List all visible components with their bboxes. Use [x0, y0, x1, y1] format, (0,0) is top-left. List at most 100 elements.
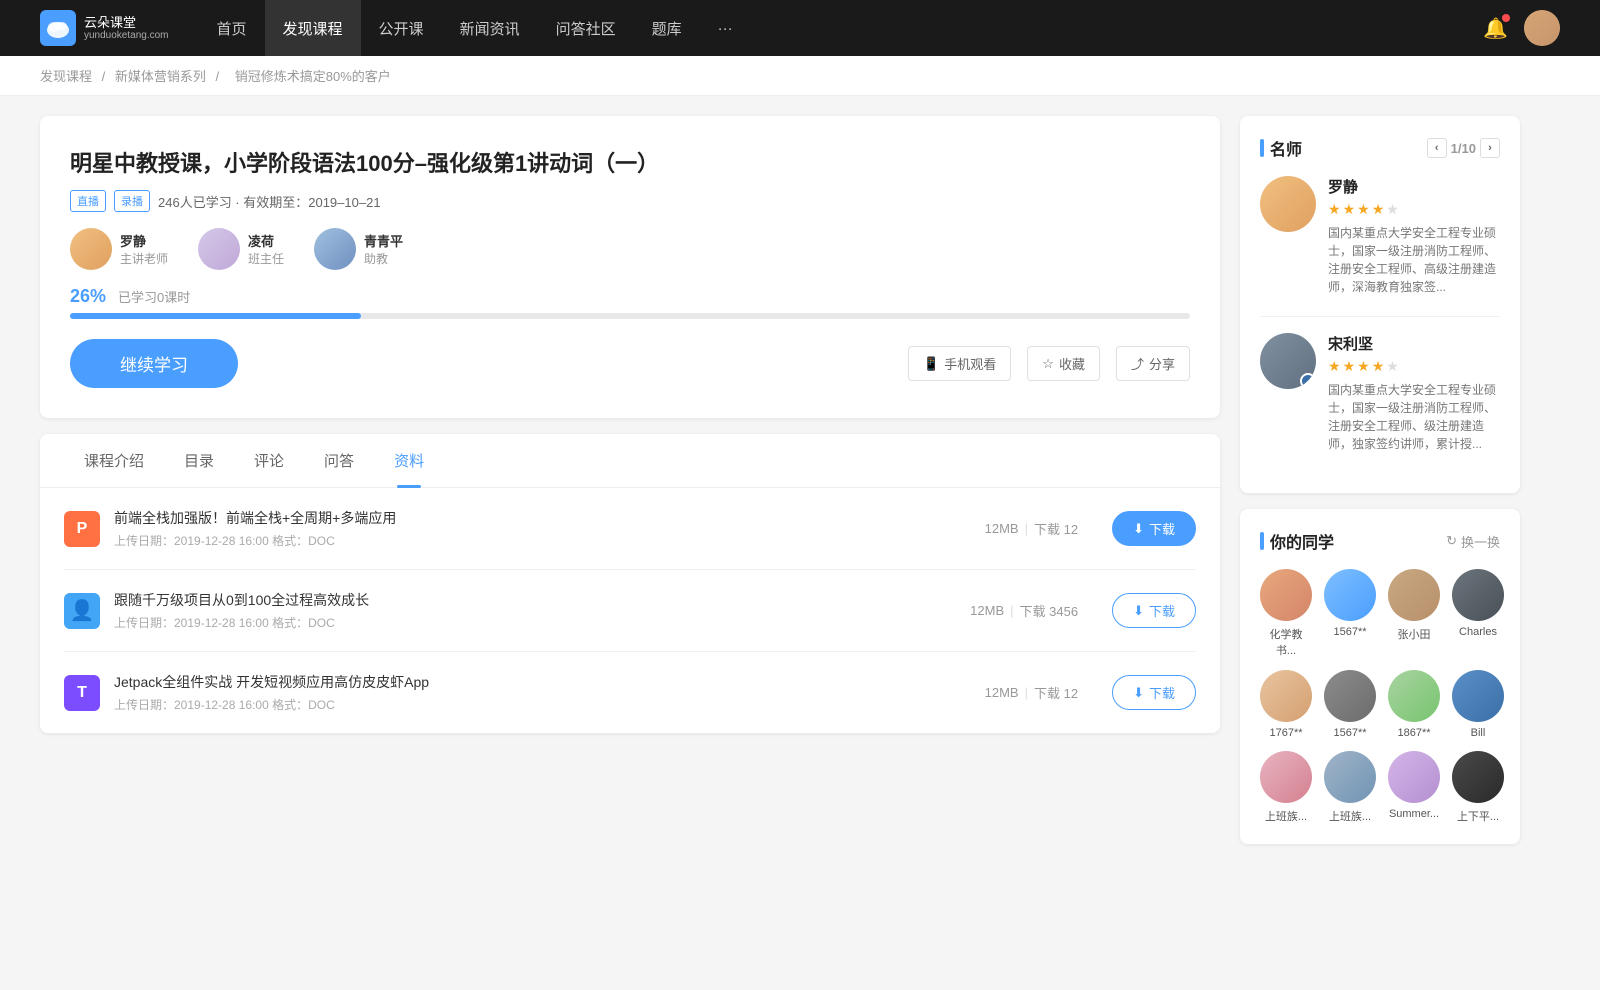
instructor-role-1: 班主任: [248, 250, 284, 267]
star-icon: ☆: [1042, 356, 1054, 372]
teachers-title-row: 名师 ‹ 1/10 ›: [1260, 136, 1500, 160]
nav-items: 首页 发现课程 公开课 新闻资讯 问答社区 题库 ···: [199, 0, 1484, 56]
classmate-5: 1567**: [1324, 670, 1376, 739]
continue-button[interactable]: 继续学习: [70, 339, 238, 388]
breadcrumb-discover[interactable]: 发现课程: [40, 69, 92, 84]
refresh-button[interactable]: ↻ 换一换: [1446, 532, 1500, 551]
download-label-2: 下载: [1149, 683, 1175, 702]
tab-review[interactable]: 评论: [234, 434, 304, 487]
classmate-9: 上班族...: [1324, 751, 1376, 824]
logo[interactable]: 云朵课堂 yunduoketang.com: [40, 10, 169, 46]
nav-item-home[interactable]: 首页: [199, 0, 265, 56]
instructor-avatar-0: [70, 228, 112, 270]
classmates-card: 你的同学 ↻ 换一换 化学教书... 1567** 张小田: [1240, 509, 1520, 844]
classmate-name-4: 1767**: [1269, 727, 1302, 739]
teacher-stars-1: ★ ★ ★ ★ ★: [1328, 358, 1500, 375]
refresh-icon: ↻: [1446, 533, 1457, 549]
logo-icon: [40, 10, 76, 46]
classmate-8: 上班族...: [1260, 751, 1312, 824]
resource-downloads-1: 下载 3456: [1020, 601, 1079, 620]
nav-item-discover[interactable]: 发现课程: [265, 0, 361, 56]
teacher-divider: [1260, 316, 1500, 317]
resource-meta-1: 12MB | 下载 3456: [970, 601, 1078, 620]
teacher-avatar-0: [1260, 176, 1316, 232]
download-icon-1: ⬇: [1133, 603, 1144, 619]
collect-button[interactable]: ☆ 收藏: [1027, 346, 1100, 381]
resource-item-1: 👤 跟随千万级项目从0到100全过程高效成长 上传日期：2019-12-28 1…: [64, 570, 1196, 652]
resource-size-2: 12MB: [985, 685, 1019, 700]
classmate-11: 上下平...: [1452, 751, 1504, 824]
nav-item-more[interactable]: ···: [700, 0, 751, 56]
next-page-button[interactable]: ›: [1480, 138, 1500, 158]
instructor-name-2: 青青平: [364, 231, 403, 250]
download-button-1[interactable]: ⬇ 下载: [1112, 593, 1196, 628]
course-title: 明星中教授课，小学阶段语法100分–强化级第1讲动词（一）: [70, 146, 1190, 178]
resource-title-0: 前端全栈加强版！前端全栈+全周期+多端应用: [114, 508, 971, 528]
classmate-avatar-0: [1260, 569, 1312, 621]
bell-icon[interactable]: 🔔: [1483, 16, 1508, 41]
resource-icon-1: 👤: [64, 593, 100, 629]
page-indicator: 1/10: [1451, 141, 1476, 156]
bell-dot: [1502, 14, 1510, 22]
classmates-title-bar: [1260, 532, 1264, 550]
resource-info-1: 跟随千万级项目从0到100全过程高效成长 上传日期：2019-12-28 16:…: [114, 590, 956, 631]
resource-icon-2: T: [64, 675, 100, 711]
tab-catalog[interactable]: 目录: [164, 434, 234, 487]
download-button-0[interactable]: ⬇ 下载: [1112, 511, 1196, 546]
classmate-name-8: 上班族...: [1265, 808, 1307, 824]
teacher-name-0: 罗静: [1328, 176, 1500, 197]
resource-size-0: 12MB: [985, 521, 1019, 536]
nav-item-news[interactable]: 新闻资讯: [442, 0, 538, 56]
classmate-0: 化学教书...: [1260, 569, 1312, 658]
classmates-title: 你的同学: [1270, 529, 1334, 553]
resource-meta-0: 12MB | 下载 12: [985, 519, 1078, 538]
tabs-header: 课程介绍 目录 评论 问答 资料: [40, 434, 1220, 488]
resource-icon-0: P: [64, 511, 100, 547]
action-buttons: 📱 手机观看 ☆ 收藏 ⤴ 分享: [908, 346, 1190, 381]
classmate-name-7: Bill: [1471, 727, 1486, 739]
teacher-desc-1: 国内某重点大学安全工程专业硕士，国家一级注册消防工程师、注册安全工程师、级注册建…: [1328, 381, 1500, 453]
teachers-card: 名师 ‹ 1/10 › 罗静 ★ ★: [1240, 116, 1520, 493]
breadcrumb-current: 销冠修炼术搞定80%的客户: [235, 69, 391, 84]
breadcrumb-series[interactable]: 新媒体营销系列: [115, 69, 206, 84]
teacher-avatar-1: [1260, 333, 1316, 389]
refresh-label: 换一换: [1461, 532, 1500, 551]
classmate-10: Summer...: [1388, 751, 1440, 824]
tab-resources[interactable]: 资料: [374, 434, 444, 487]
course-header-card: 明星中教授课，小学阶段语法100分–强化级第1讲动词（一） 直播 录播 246人…: [40, 116, 1220, 418]
classmate-name-6: 1867**: [1397, 727, 1430, 739]
avatar[interactable]: [1524, 10, 1560, 46]
classmate-avatar-3: [1452, 569, 1504, 621]
nav-item-qa[interactable]: 问答社区: [538, 0, 634, 56]
prev-page-button[interactable]: ‹: [1427, 138, 1447, 158]
classmate-name-5: 1567**: [1333, 727, 1366, 739]
instructor-1: 凌荷 班主任: [198, 228, 284, 270]
download-button-2[interactable]: ⬇ 下载: [1112, 675, 1196, 710]
nav-right: 🔔: [1483, 10, 1560, 46]
share-icon: ⤴: [1131, 354, 1144, 373]
tab-intro[interactable]: 课程介绍: [64, 434, 164, 487]
classmate-avatar-10: [1388, 751, 1440, 803]
resource-downloads-2: 下载 12: [1034, 683, 1078, 702]
content-area: 明星中教授课，小学阶段语法100分–强化级第1讲动词（一） 直播 录播 246人…: [40, 116, 1220, 860]
instructor-role-0: 主讲老师: [120, 250, 168, 267]
mobile-watch-button[interactable]: 📱 手机观看: [908, 346, 1011, 381]
tab-qa[interactable]: 问答: [304, 434, 374, 487]
classmate-avatar-1: [1324, 569, 1376, 621]
teacher-name-1: 宋利坚: [1328, 333, 1500, 354]
classmate-7: Bill: [1452, 670, 1504, 739]
classmates-grid: 化学教书... 1567** 张小田 Charles 1767**: [1260, 569, 1500, 824]
classmate-3: Charles: [1452, 569, 1504, 658]
instructor-avatar-2: [314, 228, 356, 270]
progress-section: 26% 已学习0课时: [70, 286, 1190, 319]
classmate-1: 1567**: [1324, 569, 1376, 658]
resource-item-0: P 前端全栈加强版！前端全栈+全周期+多端应用 上传日期：2019-12-28 …: [64, 488, 1196, 570]
nav-item-questions[interactable]: 题库: [634, 0, 700, 56]
share-button[interactable]: ⤴ 分享: [1116, 346, 1190, 381]
collect-label: 收藏: [1059, 354, 1085, 373]
nav-item-open[interactable]: 公开课: [361, 0, 442, 56]
classmate-avatar-2: [1388, 569, 1440, 621]
teachers-pagination: ‹ 1/10 ›: [1427, 138, 1500, 158]
classmate-6: 1867**: [1388, 670, 1440, 739]
logo-sub: yunduoketang.com: [84, 30, 169, 41]
